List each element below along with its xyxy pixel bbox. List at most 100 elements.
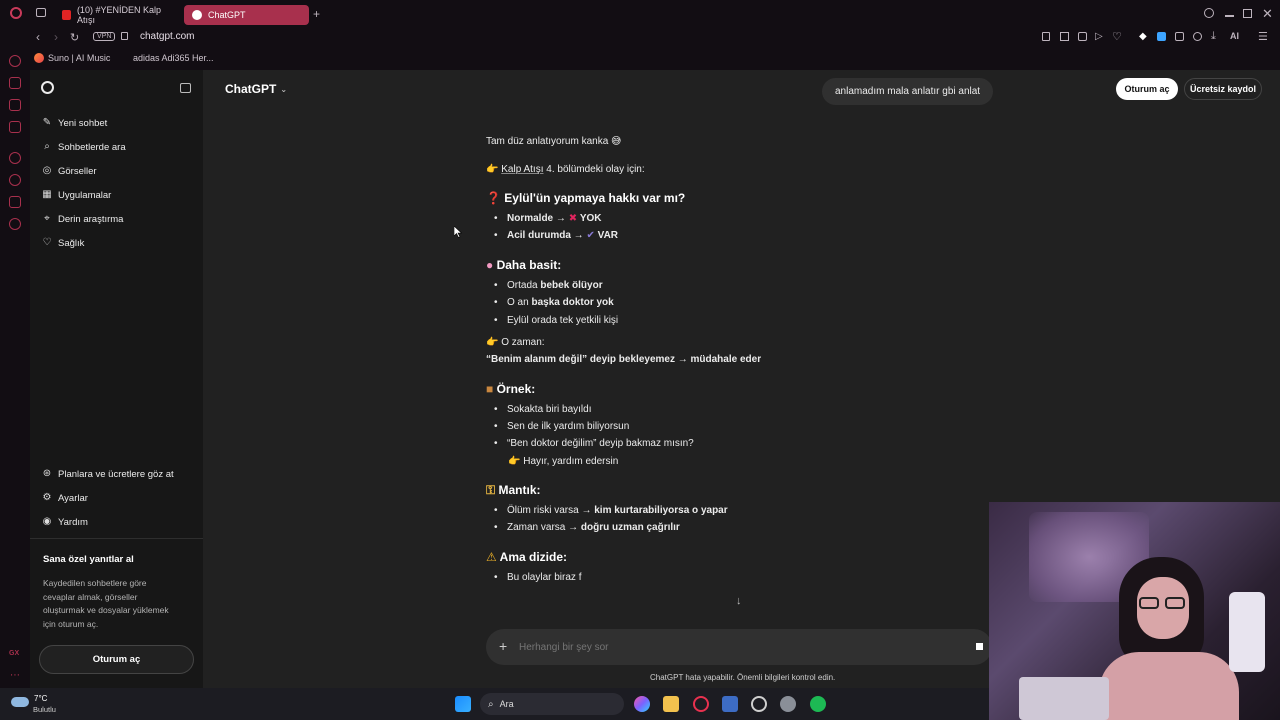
url-text[interactable]: chatgpt.com [140, 31, 194, 42]
new-tab-button[interactable]: + [313, 7, 320, 21]
list-item-text: Ölüm riski varsa → [507, 505, 595, 516]
sidebar-item-label: Görseller [58, 165, 97, 177]
response-reference: 👉 Kalp Atışı 4. bölümdeki olay için: [486, 164, 645, 175]
glasses-icon [1165, 597, 1185, 609]
sidebar-item-label: Ayarlar [58, 492, 88, 504]
sidebar-item-label: Derin araştırma [58, 213, 124, 225]
opera-gx-taskbar-icon[interactable] [693, 696, 709, 712]
tab-chatgpt[interactable]: ChatGPT [184, 5, 309, 25]
prompt-input[interactable] [519, 638, 949, 656]
download-icon[interactable]: ⤓ [1211, 30, 1216, 43]
kalp-atisi-link[interactable]: Kalp Atışı [501, 164, 543, 175]
sidebar-item-plans[interactable]: ⊛ Planlara ve ücretlere göz at [42, 466, 174, 482]
forward-icon[interactable]: › [54, 30, 58, 44]
bookmarks-bar: Suno | AI Music adidas Adi365 Her... [0, 48, 1280, 70]
rail-store-icon[interactable] [9, 77, 21, 89]
file-explorer-icon[interactable] [663, 696, 679, 712]
sidebar-item-deep-research[interactable]: ⌖ Derin araştırma [42, 211, 123, 227]
chevron-down-icon: ⌄ [280, 84, 288, 94]
bookmark-adidas[interactable]: adidas Adi365 Her... [133, 53, 214, 63]
sidebar-item-new-chat[interactable]: ✎ Yeni sohbet [42, 115, 108, 131]
stop-icon[interactable] [976, 643, 983, 650]
maximize-icon[interactable] [1243, 9, 1252, 18]
vpn-badge[interactable]: VPN [93, 32, 116, 41]
sidebar-login-button[interactable]: Oturum aç [39, 645, 194, 674]
rail-ai-icon[interactable] [9, 55, 21, 67]
rail-gallery-icon[interactable] [9, 99, 21, 111]
model-selector[interactable]: ChatGPT ⌄ [225, 82, 287, 96]
edit-icon: ✎ [42, 117, 52, 128]
plans-icon: ⊛ [42, 468, 52, 479]
app-taskbar-icon[interactable] [722, 696, 738, 712]
bookmark-suno[interactable]: Suno | AI Music [48, 53, 110, 63]
windows-start-icon[interactable] [455, 696, 471, 712]
tab-youtube[interactable]: (10) #YENİDEN Kalp Atışı [54, 5, 178, 25]
rail-extensions-icon[interactable] [9, 196, 21, 208]
easy-setup-icon[interactable] [1193, 32, 1202, 41]
chatgpt-icon [192, 10, 202, 20]
key-icon: ⚿ [486, 483, 496, 497]
play-icon[interactable]: ▷ [1095, 31, 1103, 42]
list-item-bold: VAR [597, 230, 619, 241]
spotify-icon[interactable] [810, 696, 826, 712]
pointing-hand-icon: 👉 [486, 164, 499, 175]
list-item: Zaman varsa → doğru uzman çağrılır [494, 522, 680, 533]
plus-icon[interactable]: + [499, 638, 507, 654]
glasses-icon [1139, 597, 1159, 609]
aria-ai-button[interactable]: AI [1230, 31, 1239, 41]
snapshot-icon[interactable] [1060, 32, 1069, 41]
workspaces-icon[interactable] [36, 8, 46, 17]
scroll-down-icon[interactable]: ↓ [736, 595, 742, 607]
sidebar-item-label: Sohbetlerde ara [58, 141, 126, 153]
model-name: ChatGPT [225, 82, 277, 96]
close-icon[interactable]: ✕ [1262, 6, 1273, 22]
then-line: 👉 O zaman: [486, 337, 545, 348]
opera-logo-icon[interactable] [10, 7, 22, 19]
example-heading: ■ Örnek: [486, 382, 535, 396]
weather-temp[interactable]: 7°C [34, 694, 47, 703]
cross-mark-icon: ✖ [568, 213, 578, 224]
tab-label: (10) #YENİDEN Kalp Atışı [76, 5, 161, 25]
sidebar-item-health[interactable]: ♡ Sağlık [42, 235, 85, 251]
sidebar-item-images[interactable]: ◎ Görseller [42, 163, 97, 179]
extensions-icon[interactable] [1175, 32, 1184, 41]
back-icon[interactable]: ‹ [36, 30, 40, 44]
reload-icon[interactable]: ↻ [70, 31, 79, 44]
minimize-icon[interactable] [1225, 15, 1234, 17]
heart-icon[interactable]: ♡ [1112, 30, 1122, 43]
sidebar-item-apps[interactable]: ▦ Uygulamalar [42, 187, 111, 203]
weather-condition[interactable]: Bulutlu [33, 705, 56, 714]
list-item: Acil durumda → ✔ VAR [494, 230, 619, 241]
search-tabs-icon[interactable] [1204, 8, 1214, 18]
image-icon: ◎ [42, 165, 52, 176]
rail-history-icon[interactable] [9, 174, 21, 186]
shield-icon[interactable] [1078, 32, 1087, 41]
cloud-icon [11, 697, 29, 707]
translate-extension-icon[interactable] [1157, 32, 1166, 41]
rail-settings-icon[interactable] [9, 218, 21, 230]
rail-player-icon[interactable] [9, 152, 21, 164]
menu-icon[interactable]: ☰ [1258, 30, 1268, 43]
toggle-sidebar-icon[interactable] [180, 83, 191, 93]
rail-messenger-icon[interactable] [9, 121, 21, 133]
settings-taskbar-icon[interactable] [780, 696, 796, 712]
question-mark-icon: ❓ [486, 191, 501, 205]
list-item: “Ben doktor değilim” deyip bakmaz mısın? [494, 438, 694, 449]
openai-logo-icon[interactable] [41, 81, 54, 94]
steam-icon[interactable] [751, 696, 767, 712]
address-bar-row: ‹ › ↻ VPN chatgpt.com ▷ ♡ ◆ ⤓ AI ☰ [0, 28, 1280, 48]
gx-label[interactable]: GX [9, 650, 19, 657]
login-button[interactable]: Oturum aç [1116, 78, 1178, 100]
copilot-icon[interactable] [634, 696, 650, 712]
list-item-bold: Normalde → [507, 213, 566, 224]
extension-diamond-icon[interactable]: ◆ [1139, 31, 1147, 42]
rail-more-icon[interactable]: ⋯ [10, 670, 20, 681]
taskbar-search[interactable]: ⌕ Ara [480, 693, 624, 715]
bookmark-icon[interactable] [1042, 32, 1050, 41]
apps-icon: ▦ [42, 189, 52, 200]
sidebar-item-settings[interactable]: ⚙ Ayarlar [42, 490, 88, 506]
signup-button[interactable]: Ücretsiz kaydol [1184, 78, 1262, 100]
sidebar-item-search-chats[interactable]: ⌕ Sohbetlerde ara [42, 139, 126, 155]
sidebar-item-help[interactable]: ◉ Yardım [42, 514, 88, 530]
disclaimer: ChatGPT hata yapabilir. Önemli bilgileri… [650, 673, 836, 682]
